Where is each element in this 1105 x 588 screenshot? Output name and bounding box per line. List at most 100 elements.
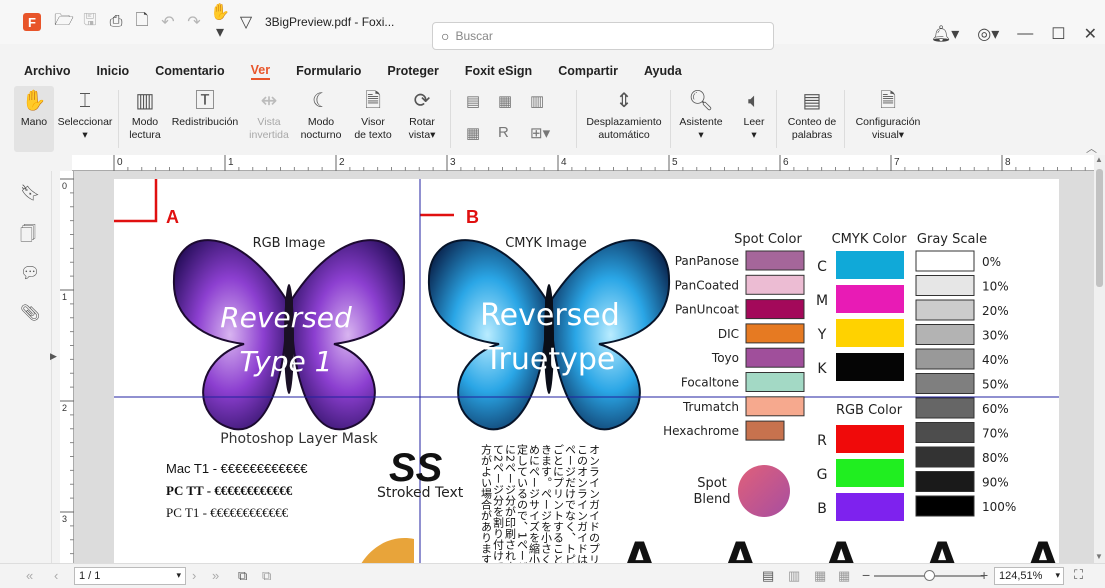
save-icon[interactable]: 🖫 bbox=[77, 9, 103, 36]
gray-label: 70% bbox=[982, 427, 1009, 441]
reflow-button[interactable]: 🅃 Redistribución bbox=[168, 86, 242, 152]
gray-label: 30% bbox=[982, 329, 1009, 343]
last-page-icon[interactable]: » bbox=[212, 568, 219, 583]
big-letters-row: A A A A A A bbox=[624, 535, 1059, 563]
ruler-label: 3 bbox=[450, 157, 456, 168]
zoom-level-input[interactable]: 124,51% ▾ bbox=[994, 567, 1064, 585]
japanese-text-column: に2ページ分が印刷されま bbox=[504, 444, 517, 563]
scroll-down-icon[interactable]: ▼ bbox=[1095, 552, 1103, 561]
foxit-logo-icon[interactable]: F bbox=[23, 13, 41, 31]
read-label: Leer bbox=[743, 116, 765, 128]
ribbon-separator bbox=[576, 90, 577, 148]
zoom-slider-handle[interactable] bbox=[924, 570, 935, 581]
undo-icon[interactable]: ↶ bbox=[155, 12, 181, 32]
maximize-button[interactable]: ☐ bbox=[1051, 24, 1065, 44]
spot-blend-line2: Blend bbox=[693, 492, 730, 507]
menu-compartir[interactable]: Compartir bbox=[558, 64, 618, 78]
hand-tool-dropdown-icon[interactable]: ✋▾ bbox=[207, 2, 233, 42]
search-box[interactable]: ○ Buscar bbox=[432, 22, 774, 50]
single-page-view-icon[interactable]: ▤ bbox=[762, 568, 774, 584]
ribbon-separator bbox=[670, 90, 671, 148]
notification-bell-icon[interactable]: 🔔︎▾ bbox=[931, 24, 959, 44]
next-page-icon[interactable]: › bbox=[192, 568, 196, 583]
japanese-text-column: ページだけでなく、トピッ bbox=[564, 444, 577, 563]
facing-continuous-view-icon[interactable]: ▦ bbox=[838, 568, 850, 584]
spot-color-label: Hexachrome bbox=[663, 424, 739, 438]
stroked-ss-text: SS bbox=[389, 446, 443, 490]
previous-page-icon[interactable]: ‹ bbox=[54, 568, 58, 583]
first-page-icon[interactable]: « bbox=[26, 568, 33, 583]
split-view-icon[interactable]: ⊞▾ bbox=[530, 124, 550, 142]
spot-color-swatch bbox=[745, 372, 805, 392]
cmyk-label: Y bbox=[817, 327, 827, 343]
rotate-view-button[interactable]: ⟳ Rotar vista▾ bbox=[402, 86, 442, 152]
page-dropdown-icon[interactable]: ▾ bbox=[176, 570, 181, 581]
menu-proteger[interactable]: Proteger bbox=[387, 64, 438, 78]
gray-swatch bbox=[915, 373, 975, 394]
single-page-icon[interactable]: ▤ bbox=[466, 92, 480, 110]
bookmark-icon[interactable]: 🔖︎ bbox=[20, 183, 40, 203]
night-mode-button[interactable]: ☾ Modo nocturno bbox=[296, 86, 346, 152]
document-canvas[interactable]: A B RGB Image Reversed Type 1 CMYK Image… bbox=[74, 171, 1094, 563]
close-button[interactable]: ✕ bbox=[1084, 24, 1097, 44]
fullscreen-icon[interactable]: ⛶ bbox=[1074, 567, 1083, 583]
page-number-input[interactable]: 1 / 1 ▾ bbox=[74, 567, 186, 585]
open-folder-icon[interactable]: 🗁 bbox=[51, 9, 77, 36]
menu-formulario[interactable]: Formulario bbox=[296, 64, 361, 78]
menu-ayuda[interactable]: Ayuda bbox=[644, 64, 682, 78]
photoshop-layer-mask-label: Photoshop Layer Mask bbox=[220, 431, 378, 447]
facing-view-icon[interactable]: ▦ bbox=[814, 568, 826, 584]
expand-panel-icon[interactable]: ▶ bbox=[50, 351, 57, 362]
menu-inicio[interactable]: Inicio bbox=[97, 64, 130, 78]
vertical-scrollbar[interactable]: ▲ ▼ bbox=[1094, 155, 1105, 563]
read-aloud-button[interactable]: 🔈︎ Leer ▾ bbox=[734, 86, 774, 152]
minimize-button[interactable]: — bbox=[1017, 25, 1033, 43]
read-mode-button[interactable]: ▥ Modo lectura bbox=[124, 86, 166, 152]
zoom-dropdown-icon[interactable]: ▾ bbox=[1055, 570, 1060, 581]
visual-config-button[interactable]: 🗎 Configuración visual▾ bbox=[850, 86, 926, 152]
redo-icon[interactable]: ↷ bbox=[181, 12, 207, 32]
hand-tool-button[interactable]: ✋ Mano bbox=[14, 86, 54, 152]
scrollbar-thumb[interactable] bbox=[1096, 169, 1103, 287]
print-icon[interactable]: ⎙ bbox=[103, 13, 129, 31]
zoom-in-icon[interactable]: + bbox=[980, 567, 988, 583]
inverted-view-button[interactable]: ⇹ Vista invertida bbox=[244, 86, 294, 152]
continuous-page-icon[interactable]: ▦ bbox=[498, 92, 512, 110]
read-mode-label-2: lectura bbox=[129, 129, 161, 141]
menu-foxit-esign[interactable]: Foxit eSign bbox=[465, 64, 532, 78]
word-count-button[interactable]: ▤ Conteo de palabras bbox=[782, 86, 842, 152]
pages-icon[interactable]: 🗍 bbox=[20, 223, 36, 250]
scroll-up-icon[interactable]: ▲ bbox=[1095, 155, 1103, 164]
window-controls: 🔔︎▾ ◎▾ — ☐ ✕ bbox=[931, 24, 1097, 44]
horizontal-ruler-ticks: 0 1 2 3 4 5 6 7 8 bbox=[113, 155, 1100, 171]
collapse-ribbon-icon[interactable]: ︿ bbox=[1086, 140, 1097, 156]
attachment-icon[interactable]: 📎︎ bbox=[20, 303, 40, 323]
menu-comentario[interactable]: Comentario bbox=[155, 64, 224, 78]
gray-swatch bbox=[915, 275, 975, 296]
separate-cover-icon[interactable]: R bbox=[498, 124, 509, 141]
zoom-out-icon[interactable]: − bbox=[862, 567, 870, 583]
assistant-button[interactable]: 🔍︎ Asistente ▾ bbox=[676, 86, 726, 152]
new-document-icon[interactable]: 🗋 bbox=[129, 9, 155, 36]
select-tool-button[interactable]: ⌶ Seleccionar ▾ bbox=[56, 86, 114, 152]
customize-dropdown-icon[interactable]: ▽ bbox=[233, 12, 259, 32]
account-icon[interactable]: ◎▾ bbox=[977, 24, 999, 44]
gray-swatch bbox=[915, 324, 975, 345]
vertical-ruler: 0 1 2 3 bbox=[60, 171, 74, 582]
text-viewer-button[interactable]: 🗎 Visor de texto bbox=[350, 86, 396, 152]
page-paste-icon[interactable]: ⧉ bbox=[262, 568, 271, 584]
page-copy-icon[interactable]: ⧉ bbox=[238, 568, 247, 584]
pdf-page: A B RGB Image Reversed Type 1 CMYK Image… bbox=[114, 179, 1059, 563]
japanese-text-column: めにページサイズを縮小表示 bbox=[528, 444, 541, 563]
two-page-continuous-icon[interactable]: ▦ bbox=[466, 124, 480, 142]
menu-archivo[interactable]: Archivo bbox=[24, 64, 71, 78]
select-dropdown-icon: ▾ bbox=[82, 129, 88, 141]
font-line-pc-t1: PC T1 - €€€€€€€€€€€€ bbox=[166, 505, 289, 520]
menu-ver[interactable]: Ver bbox=[250, 63, 271, 80]
continuous-view-icon[interactable]: ▥ bbox=[788, 568, 800, 584]
comments-icon[interactable]: 💬︎ bbox=[20, 263, 40, 283]
two-page-icon[interactable]: ▥ bbox=[530, 92, 544, 110]
zoom-level-value: 124,51% bbox=[999, 570, 1043, 582]
autoscroll-button[interactable]: ⇕ Desplazamiento automático bbox=[582, 86, 666, 152]
visual-config-icon: 🗎 bbox=[879, 90, 897, 112]
